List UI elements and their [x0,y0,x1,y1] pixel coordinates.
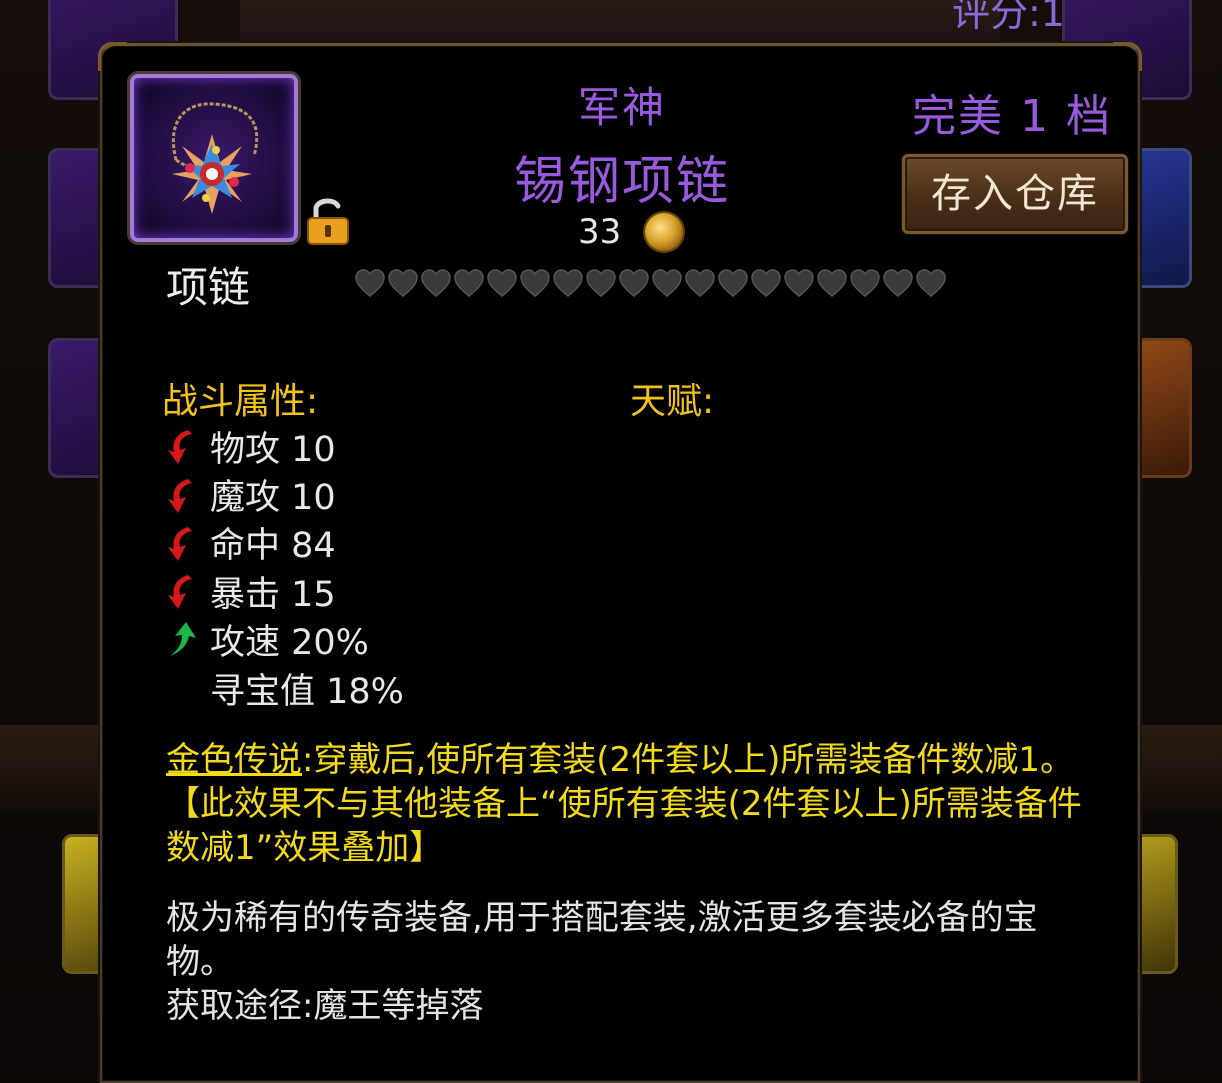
item-description: 极为稀有的传奇装备,用于搭配套装,激活更多套装必备的宝物。 获取途径:魔王等掉落 [166,896,1096,1028]
heart-icon [487,269,517,297]
panel-corner-ornament [1113,42,1142,71]
heart-icon [421,269,451,297]
heart-icon [520,269,550,297]
description-line: 极为稀有的传奇装备,用于搭配套装,激活更多套装必备的宝物。 [166,898,1038,982]
gold-coin-icon [645,213,684,251]
heart-icon [850,269,880,297]
stat-row: 魔攻 10 [162,470,404,518]
down-arrow-icon [162,426,204,466]
heart-icon [817,269,847,297]
up-arrow-icon [162,620,204,660]
combat-stats-title: 战斗属性: [162,381,319,422]
heart-icon [553,269,583,297]
heart-icon [619,269,649,297]
heart-icon [454,269,484,297]
character-scene [240,0,1000,45]
heart-icon [685,269,715,297]
stat-label: 寻宝值 18% [210,671,404,712]
item-level: 33 [578,212,622,252]
down-arrow-icon [162,571,204,611]
talent-title: 天赋: [630,381,715,422]
item-type-label: 项链 [166,263,251,312]
heart-icon [916,269,946,297]
durability-hearts [354,268,947,298]
down-arrow-icon [162,523,204,563]
down-arrow-icon [162,475,204,515]
stat-label: 魔攻 10 [210,478,336,519]
stat-row: 命中 84 [162,519,404,567]
stat-row: 暴击 15 [162,567,404,615]
heart-icon [388,269,418,297]
stat-row: 寻宝值 18% [162,664,404,712]
item-level-row: 33 [578,212,684,252]
stats-list: 物攻 10 魔攻 10 命中 84 暴击 15 攻速 20% 寻宝值 18% [162,422,404,712]
heart-icon [784,269,814,297]
panel-corner-ornament [98,42,127,71]
item-grade: 完美 1 档 [912,91,1112,142]
acquisition-line: 获取途径:魔王等掉落 [166,986,484,1026]
heart-icon [883,269,913,297]
heart-icon [586,269,616,297]
item-tooltip-panel: 军神 锡钢项链 33 完美 1 档 存入仓库 项链 战斗属性: 天赋: 物攻 1… [98,42,1142,1083]
heart-icon [652,269,682,297]
stat-label: 命中 84 [210,526,336,567]
stat-label: 暴击 15 [210,574,336,615]
stat-label: 物攻 10 [210,429,336,470]
legend-effect-text: 金色传说:穿戴后,使所有套装(2件套以上)所需装备件数减1。【此效果不与其他装备… [166,738,1096,870]
store-in-warehouse-button[interactable]: 存入仓库 [902,154,1128,234]
heart-icon [718,269,748,297]
heart-icon [355,269,385,297]
no-arrow-spacer [162,668,204,708]
legend-effect-body: :穿戴后,使所有套装(2件套以上)所需装备件数减1。【此效果不与其他装备上“使所… [166,740,1082,868]
stat-label: 攻速 20% [210,623,369,664]
heart-icon [751,269,781,297]
stat-row: 物攻 10 [162,422,404,470]
legend-effect-title: 金色传说 [166,740,302,780]
stat-row: 攻速 20% [162,616,404,664]
